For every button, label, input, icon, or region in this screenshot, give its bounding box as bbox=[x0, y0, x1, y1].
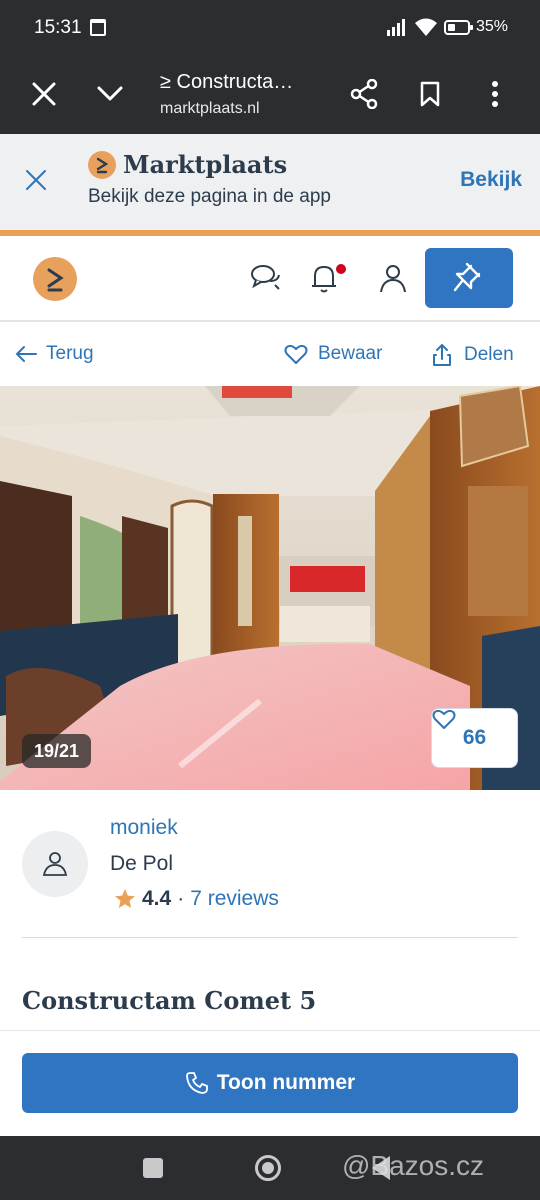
divider bbox=[22, 937, 518, 938]
heart-icon bbox=[284, 344, 308, 364]
home-icon[interactable] bbox=[255, 1155, 281, 1181]
photo-counter: 19/21 bbox=[22, 734, 92, 768]
seller-avatar[interactable] bbox=[22, 831, 88, 897]
status-time: 15:31 bbox=[34, 17, 82, 38]
bookmark-icon[interactable] bbox=[419, 81, 441, 107]
page-title[interactable]: ≥ Constructa… bbox=[160, 71, 293, 94]
heart-icon bbox=[432, 709, 456, 729]
show-number-label: Toon nummer bbox=[216, 1071, 356, 1094]
calendar-icon bbox=[90, 19, 106, 36]
status-bar: 15:31 35% bbox=[0, 0, 540, 55]
contact-bar: Toon nummer bbox=[0, 1030, 540, 1136]
watermark: @Bazos.cz bbox=[342, 1150, 485, 1181]
reviews-link[interactable]: 7 reviews bbox=[190, 887, 279, 911]
listing-photo[interactable]: 19/21 66 bbox=[0, 386, 540, 790]
upload-share-icon bbox=[433, 344, 451, 366]
rating-separator: · bbox=[177, 887, 185, 910]
share-label: Delen bbox=[464, 344, 514, 365]
favorite-count-button[interactable]: 66 bbox=[431, 708, 518, 768]
notification-dot bbox=[336, 264, 346, 274]
close-tab-icon[interactable] bbox=[31, 81, 57, 107]
signal-icon bbox=[387, 19, 405, 36]
battery-percent: 35% bbox=[476, 18, 509, 35]
seller-location: De Pol bbox=[110, 852, 174, 875]
site-logo-icon[interactable] bbox=[33, 257, 77, 301]
browser-toolbar: ≥ Constructa… marktplaats.nl bbox=[0, 55, 540, 134]
seller-name[interactable]: moniek bbox=[110, 816, 178, 840]
star-icon bbox=[115, 889, 135, 908]
app-banner: Marktplaats Bekijk deze pagina in de app… bbox=[0, 134, 540, 230]
share-icon[interactable] bbox=[350, 79, 378, 109]
back-label: Terug bbox=[46, 343, 94, 364]
system-nav-bar: @Bazos.cz bbox=[0, 1136, 540, 1200]
listing-actions: Terug Bewaar Delen bbox=[0, 322, 540, 386]
recents-icon[interactable] bbox=[143, 1158, 163, 1178]
favorite-count: 66 bbox=[462, 726, 487, 749]
marktplaats-logo-icon bbox=[88, 151, 116, 179]
banner-brand: Marktplaats bbox=[123, 150, 288, 179]
place-ad-button[interactable] bbox=[425, 248, 513, 308]
profile-icon[interactable] bbox=[375, 260, 411, 296]
chevron-down-icon[interactable] bbox=[96, 83, 124, 105]
back-button[interactable]: Terug bbox=[14, 343, 94, 365]
dismiss-banner-icon[interactable] bbox=[24, 168, 48, 192]
page: 15:31 35% ≥ Constructa… marktplaats.nl M… bbox=[0, 0, 540, 1200]
phone-icon bbox=[185, 1072, 208, 1094]
save-button[interactable]: Bewaar bbox=[284, 343, 382, 365]
share-button[interactable]: Delen bbox=[432, 343, 514, 367]
banner-subtitle: Bekijk deze pagina in de app bbox=[88, 186, 331, 207]
arrow-left-icon bbox=[15, 346, 37, 362]
more-options-icon[interactable] bbox=[485, 80, 505, 108]
pin-icon bbox=[453, 262, 481, 292]
save-label: Bewaar bbox=[318, 343, 383, 364]
url-text[interactable]: marktplaats.nl bbox=[160, 100, 260, 118]
seller-card: moniek De Pol 4.4 · 7 reviews bbox=[0, 790, 540, 940]
user-icon bbox=[42, 852, 68, 876]
battery-icon bbox=[444, 20, 473, 35]
messages-icon[interactable] bbox=[248, 260, 284, 296]
seller-rating: 4.4 · 7 reviews bbox=[114, 887, 279, 911]
listing-title: Constructam Comet 5 bbox=[22, 986, 317, 1015]
show-number-button[interactable]: Toon nummer bbox=[22, 1053, 518, 1113]
wifi-icon bbox=[415, 18, 437, 36]
rating-score: 4.4 bbox=[142, 887, 172, 910]
site-header bbox=[0, 236, 540, 322]
open-in-app-button[interactable]: Bekijk bbox=[460, 168, 522, 192]
